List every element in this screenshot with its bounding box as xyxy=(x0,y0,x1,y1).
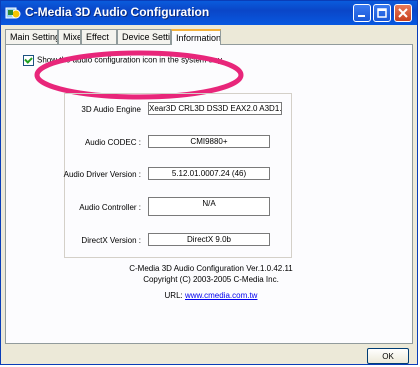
version-text: C-Media 3D Audio Configuration Ver.1.0.4… xyxy=(129,264,293,273)
window-title: C-Media 3D Audio Configuration xyxy=(25,5,210,19)
driver-value: 5.12.01.0007.24 (46) xyxy=(148,167,270,180)
url-label: URL: xyxy=(164,291,183,300)
driver-label: Audio Driver Version : xyxy=(63,170,141,179)
url-link[interactable]: www.cmedia.com.tw xyxy=(185,291,257,300)
close-icon xyxy=(398,8,408,18)
minimize-icon xyxy=(358,15,365,17)
controller-value: N/A xyxy=(148,197,270,216)
app-window: C-Media 3D Audio Configuration Main Sett… xyxy=(0,0,418,365)
engine-value: Xear3D CRL3D DS3D EAX2.0 A3D1.0 xyxy=(148,102,282,115)
tab-mixer[interactable]: Mixer xyxy=(58,29,81,45)
codec-value: CMI9880+ xyxy=(148,135,270,148)
directx-value: DirectX 9.0b xyxy=(148,233,270,246)
copyright-text: Copyright (C) 2003-2005 C-Media Inc. xyxy=(143,275,279,284)
tab-effect[interactable]: Effect xyxy=(81,29,117,45)
directx-label: DirectX Version : xyxy=(81,236,141,245)
url-row: URL: www.cmedia.com.tw xyxy=(61,291,361,300)
title-bar[interactable]: C-Media 3D Audio Configuration xyxy=(1,1,417,25)
codec-label: Audio CODEC : xyxy=(84,138,141,147)
tab-information[interactable]: Information xyxy=(171,29,221,45)
controller-label: Audio Controller : xyxy=(79,203,141,212)
tab-device-setting[interactable]: Device Setting xyxy=(117,29,171,45)
tab-main-setting[interactable]: Main Setting xyxy=(5,29,58,45)
app-icon xyxy=(5,5,21,21)
maximize-button[interactable] xyxy=(373,4,391,22)
minimize-button[interactable] xyxy=(353,4,371,22)
ok-button[interactable]: OK xyxy=(367,348,409,364)
maximize-icon xyxy=(377,8,387,18)
close-button[interactable] xyxy=(394,4,412,22)
engine-label: 3D Audio Engine xyxy=(81,105,141,114)
